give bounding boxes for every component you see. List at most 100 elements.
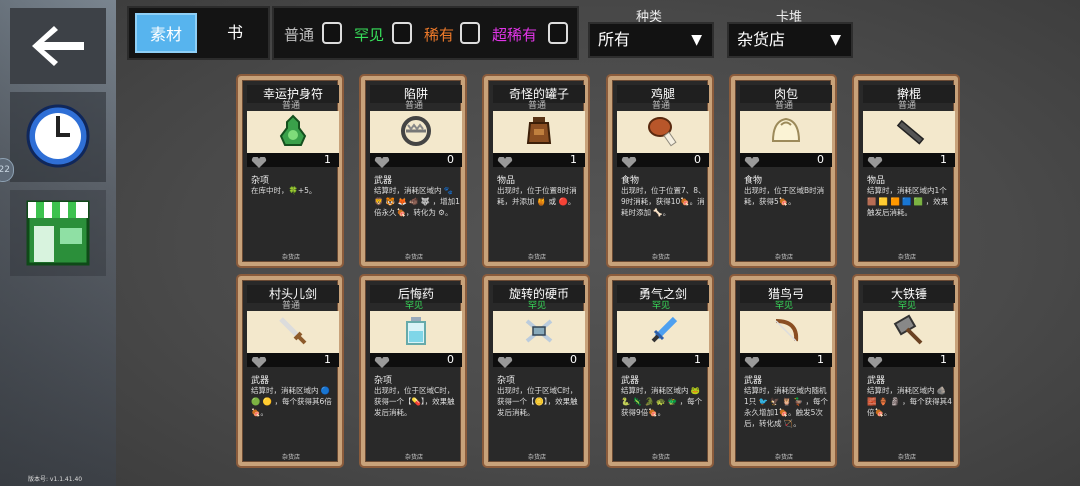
deck-value: 杂货店 xyxy=(737,30,786,49)
card-art xyxy=(493,111,585,153)
card-inner: 奇怪的罐子 普通 1 物品 出现时，位于位置8时消耗，并添加 🍯 或 🔴。 杂货店 xyxy=(488,80,585,262)
card-amulet[interactable]: 幸运护身符 普通 1 杂项 在库中时，🍀+5。 杂货店 xyxy=(236,74,344,268)
filter-uncommon-checkbox[interactable] xyxy=(392,22,412,44)
card-art xyxy=(370,111,462,153)
card-footer: 杂货店 xyxy=(651,454,670,461)
back-arrow-icon xyxy=(32,26,84,66)
card-description: 出现时，位于区域C时，获得一个【🪙】，效果触发后消耗。 xyxy=(497,386,578,417)
card-description: 结算时，消耗区域内1个 🟫 🟨 🟧 🟦 🟩 ，效果触发后消耗。 xyxy=(867,186,949,217)
card-description: 出现时，位于区域B时消耗，获得5🍖。 xyxy=(744,186,825,206)
heart-icon xyxy=(251,354,267,368)
filter-epic-checkbox[interactable] xyxy=(548,22,568,44)
card-inner: 后悔药 罕见 0 杂项 出现时，位于区域C时，获得一个【💊】，效果触发后消耗。 杂货店 xyxy=(365,280,462,462)
card-blue-sword[interactable]: 勇气之剑 罕见 1 武器 结算时，消耗区域内 🐸 🐍 🦎 🐊 🐢 🐲 ，每个获得9倍🍖。… xyxy=(606,274,714,468)
card-description: 结算时，消耗区域内 🐸 🐍 🦎 🐊 🐢 🐲 ，每个获得9倍🍖。 xyxy=(621,386,703,417)
card-description: 结算时，消耗区域内 🔵 🟢 🟡 ，每个获得其6倍🍖。 xyxy=(251,386,332,417)
card-rarity: 普通 xyxy=(651,101,670,111)
kind-dropdown[interactable]: 所有 ▼ xyxy=(588,22,714,58)
chevron-down-icon: ▼ xyxy=(691,32,702,48)
heart-icon xyxy=(621,154,637,168)
card-art xyxy=(617,111,709,153)
card-inner: 鸡腿 普通 0 食物 出现时，位于位置7、8、9时消耗，获得10🍖。消耗时添加 🦴。 杂货… xyxy=(612,80,709,262)
card-rarity: 普通 xyxy=(774,101,793,111)
filter-common-label: 普通 xyxy=(284,26,315,44)
filter-epic-label: 超稀有 xyxy=(492,26,538,44)
tab-books[interactable]: 书 xyxy=(209,13,261,53)
heart-icon xyxy=(374,354,390,368)
filter-rare-checkbox[interactable] xyxy=(460,22,480,44)
filter-common-checkbox[interactable] xyxy=(322,22,342,44)
clock-icon xyxy=(26,104,90,168)
filter-rare-label: 稀有 xyxy=(424,26,455,44)
card-art xyxy=(247,311,339,353)
version-label: 版本号: v1.1.41.40 xyxy=(28,476,83,483)
card-footer: 杂货店 xyxy=(281,454,300,461)
heart-icon xyxy=(621,354,637,368)
card-description: 结算时，消耗区域内 🐾 🦁 🐯 🦊 🐗 🐺 ，增加1倍永久🍖，转化为 ⚙。 xyxy=(374,186,460,217)
card-coin[interactable]: 旋转的硬币 罕见 0 杂项 出现时，位于区域C时，获得一个【🪙】，效果触发后消耗。 杂货店 xyxy=(482,274,590,468)
card-cost: 0 xyxy=(817,153,824,166)
card-inner: 猎鸟弓 罕见 1 武器 结算时，消耗区域内随机1只 🐦 🦅 🦉 🦆 ，每个永久增加1🍖。… xyxy=(735,280,832,462)
heart-icon xyxy=(867,354,883,368)
card-cost: 0 xyxy=(447,153,454,166)
card-rarity: 普通 xyxy=(897,101,916,111)
filter-uncommon-label: 罕见 xyxy=(354,26,385,44)
card-rarity: 罕见 xyxy=(404,301,423,311)
card-hammer[interactable]: 大铁锤 罕见 1 武器 结算时，消耗区域内 🪨 🧱 🏺 🗿 ，每个获得其4倍🍖。 杂货店 xyxy=(852,274,960,468)
card-rarity: 普通 xyxy=(404,101,423,111)
card-sword[interactable]: 村头儿剑 普通 1 武器 结算时，消耗区域内 🔵 🟢 🟡 ，每个获得其6倍🍖。 杂货店 xyxy=(236,274,344,468)
card-footer: 杂货店 xyxy=(651,254,670,261)
heart-icon xyxy=(744,154,760,168)
card-inner: 肉包 普通 0 食物 出现时，位于区域B时消耗，获得5🍖。 杂货店 xyxy=(735,80,832,262)
card-rarity: 普通 xyxy=(281,101,300,111)
card-art xyxy=(617,311,709,353)
card-cost: 1 xyxy=(570,153,577,166)
card-cost: 1 xyxy=(694,353,701,366)
card-description: 在库中时，🍀+5。 xyxy=(251,186,317,195)
heart-icon xyxy=(497,354,513,368)
card-inner: 旋转的硬币 罕见 0 杂项 出现时，位于区域C时，获得一个【🪙】，效果触发后消耗。 杂货店 xyxy=(488,280,585,462)
card-rarity: 普通 xyxy=(281,301,300,311)
card-art xyxy=(493,311,585,353)
card-description: 出现时，位于位置8时消耗，并添加 🍯 或 🔴。 xyxy=(497,186,577,206)
rarity-filter-group: 普通 罕见 稀有 超稀有 xyxy=(272,6,579,60)
shop-button[interactable] xyxy=(10,190,106,276)
tab-materials[interactable]: 素材 xyxy=(135,13,197,53)
card-description: 出现时，位于位置7、8、9时消耗，获得10🍖。消耗时添加 🦴。 xyxy=(621,186,706,217)
card-rarity: 罕见 xyxy=(897,301,916,311)
card-cost: 0 xyxy=(447,353,454,366)
card-cost: 1 xyxy=(324,153,331,166)
card-art xyxy=(740,111,832,153)
card-description: 结算时，消耗区域内随机1只 🐦 🦅 🦉 🦆 ，每个永久增加1🍖。触发5次后，转化… xyxy=(744,386,829,428)
card-jar[interactable]: 奇怪的罐子 普通 1 物品 出现时，位于位置8时消耗，并添加 🍯 或 🔴。 杂货店 xyxy=(482,74,590,268)
card-footer: 杂货店 xyxy=(404,254,423,261)
heart-icon xyxy=(374,154,390,168)
card-cost: 1 xyxy=(324,353,331,366)
card-art xyxy=(370,311,462,353)
card-inner: 幸运护身符 普通 1 杂项 在库中时，🍀+5。 杂货店 xyxy=(242,80,339,262)
back-button[interactable] xyxy=(10,8,106,84)
card-footer: 杂货店 xyxy=(404,454,423,461)
heart-icon xyxy=(744,354,760,368)
clock-button[interactable] xyxy=(10,92,106,182)
card-bow[interactable]: 猎鸟弓 罕见 1 武器 结算时，消耗区域内随机1只 🐦 🦅 🦉 🦆 ，每个永久增加1🍖。… xyxy=(729,274,837,468)
card-description: 出现时，位于区域C时，获得一个【💊】，效果触发后消耗。 xyxy=(374,386,455,417)
deck-dropdown[interactable]: 杂货店 ▼ xyxy=(727,22,853,58)
card-art xyxy=(863,111,955,153)
card-trap[interactable]: 陷阱 普通 0 武器 结算时，消耗区域内 🐾 🦁 🐯 🦊 🐗 🐺 ，增加1倍永久🍖，转化… xyxy=(359,74,467,268)
card-cost: 1 xyxy=(817,353,824,366)
card-potion[interactable]: 后悔药 罕见 0 杂项 出现时，位于区域C时，获得一个【💊】，效果触发后消耗。 杂货店 xyxy=(359,274,467,468)
card-inner: 大铁锤 罕见 1 武器 结算时，消耗区域内 🪨 🧱 🏺 🗿 ，每个获得其4倍🍖。 杂货店 xyxy=(858,280,955,462)
card-footer: 杂货店 xyxy=(774,454,793,461)
card-rarity: 罕见 xyxy=(651,301,670,311)
card-drumstick[interactable]: 鸡腿 普通 0 食物 出现时，位于位置7、8、9时消耗，获得10🍖。消耗时添加 🦴。 杂货… xyxy=(606,74,714,268)
card-footer: 杂货店 xyxy=(527,454,546,461)
card-bun[interactable]: 肉包 普通 0 食物 出现时，位于区域B时消耗，获得5🍖。 杂货店 xyxy=(729,74,837,268)
card-cost: 0 xyxy=(694,153,701,166)
card-description: 结算时，消耗区域内 🪨 🧱 🏺 🗿 ，每个获得其4倍🍖。 xyxy=(867,386,952,417)
card-rolling-pin[interactable]: 擀棍 普通 1 物品 结算时，消耗区域内1个 🟫 🟨 🟧 🟦 🟩 ，效果触发后消耗。 杂货… xyxy=(852,74,960,268)
card-inner: 擀棍 普通 1 物品 结算时，消耗区域内1个 🟫 🟨 🟧 🟦 🟩 ，效果触发后消耗。 杂货… xyxy=(858,80,955,262)
card-inner: 陷阱 普通 0 武器 结算时，消耗区域内 🐾 🦁 🐯 🦊 🐗 🐺 ，增加1倍永久🍖，转化… xyxy=(365,80,462,262)
heart-icon xyxy=(867,154,883,168)
heart-icon xyxy=(251,154,267,168)
